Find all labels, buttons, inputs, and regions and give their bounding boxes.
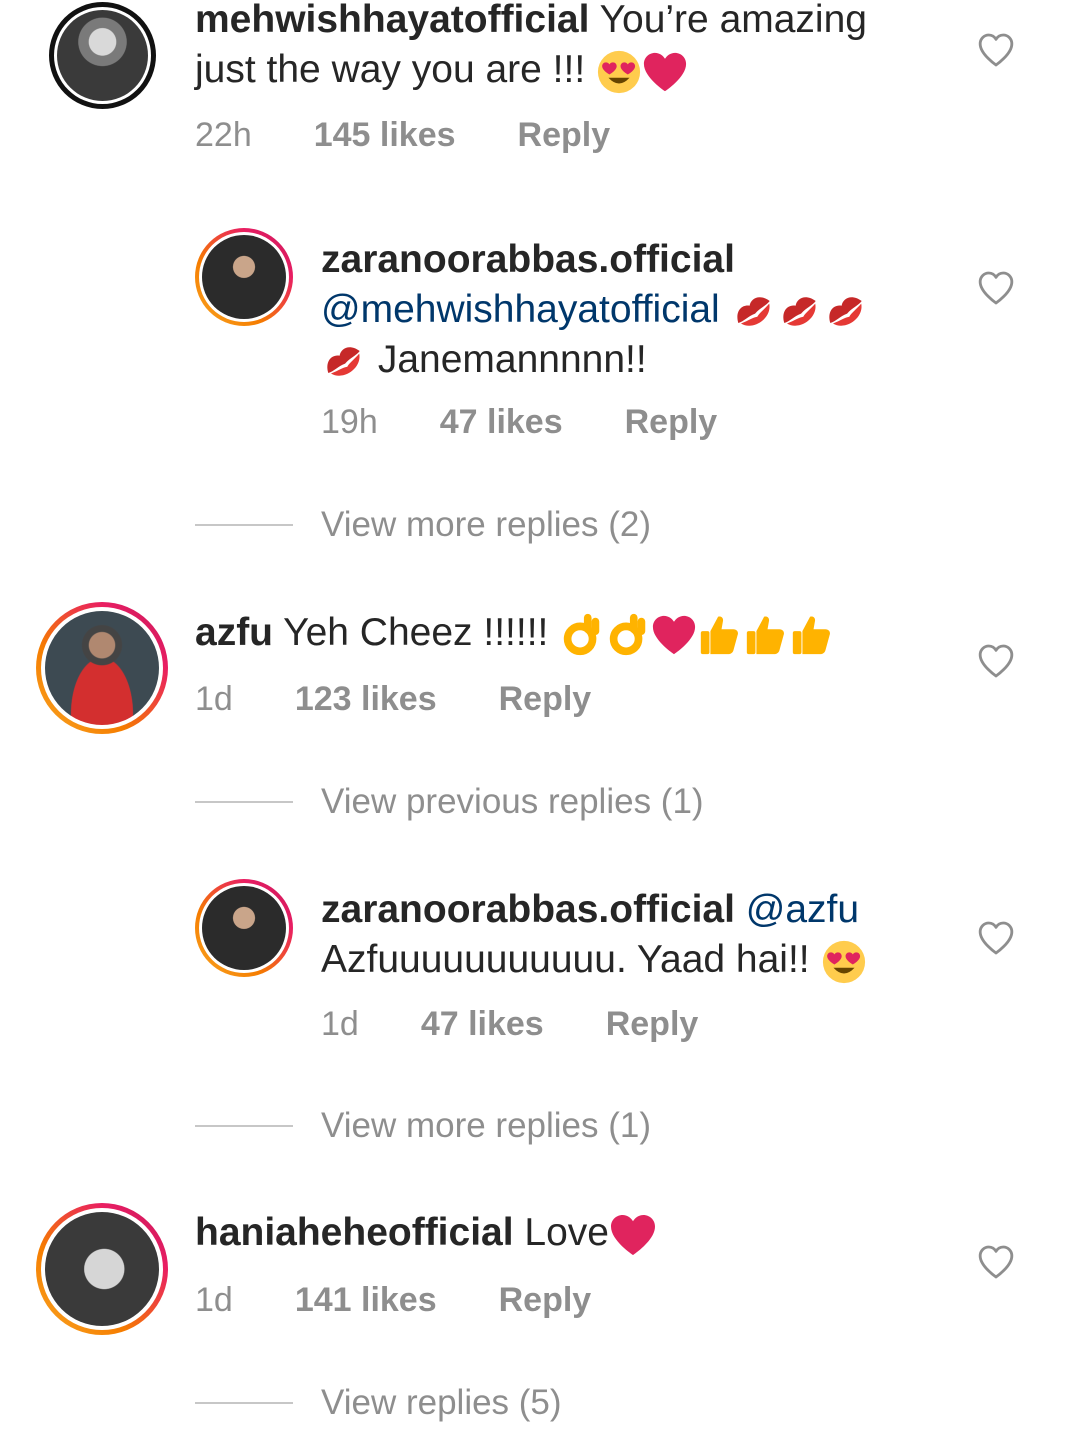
comment-body: You’re amazing (599, 0, 867, 41)
reply-button[interactable]: Reply (518, 116, 611, 155)
kiss-mark-emoji (321, 339, 367, 385)
comment-body-line2: just the way you are !!! (195, 48, 586, 91)
comment-body: Love (524, 1211, 609, 1254)
timestamp: 1d (195, 1281, 233, 1319)
comment-meta: 1d 47 likes Reply (321, 1005, 698, 1044)
avatar[interactable] (195, 228, 293, 326)
thread-divider (195, 524, 293, 526)
view-more-replies-thread[interactable]: View more replies (1) (195, 1106, 651, 1146)
thread-divider (195, 1402, 293, 1404)
comment-meta: 22h 145 likes Reply (195, 116, 610, 155)
view-previous-replies-thread[interactable]: View previous replies (1) (195, 782, 704, 822)
kiss-mark-emoji (823, 289, 869, 335)
reply-button[interactable]: Reply (499, 1281, 592, 1320)
red-heart-emoji (609, 1211, 657, 1259)
red-heart-emoji (651, 612, 697, 658)
view-replies-thread-2[interactable]: View replies (5) (195, 1383, 562, 1423)
comment-meta: 19h 47 likes Reply (321, 403, 717, 442)
ok-hand-emoji (605, 612, 651, 658)
thread-divider (195, 801, 293, 803)
comment-body: Yeh Cheez !!!!!! (283, 611, 549, 654)
avatar[interactable] (195, 879, 293, 977)
heart-eyes-emoji (596, 49, 642, 95)
kiss-mark-emoji (731, 289, 777, 335)
view-replies-label[interactable]: View more replies (2) (321, 505, 651, 545)
comment-body: Janemannnnn!! (377, 338, 647, 381)
heart-eyes-emoji (821, 939, 867, 985)
view-replies-label[interactable]: View replies (5) (321, 1383, 562, 1423)
username[interactable]: mehwishhayatofficial (195, 0, 589, 41)
heart-outline-icon[interactable] (976, 1242, 1016, 1282)
username[interactable]: haniaheheofficial (195, 1211, 514, 1254)
mention-link[interactable]: @azfu (746, 888, 859, 931)
username[interactable]: zaranoorabbas.official (321, 888, 735, 931)
comment-text: azfu Yeh Cheez !!!!!! (195, 608, 955, 658)
comment-body: Azfuuuuuuuuuuu. Yaad hai!! (321, 938, 810, 981)
thread-divider (195, 1125, 293, 1127)
view-replies-label[interactable]: View previous replies (1) (321, 782, 704, 822)
likes-count[interactable]: 47 likes (421, 1005, 544, 1044)
heart-outline-icon[interactable] (976, 641, 1016, 681)
heart-outline-icon[interactable] (976, 30, 1016, 70)
thumbs-up-emoji (697, 612, 743, 658)
likes-count[interactable]: 123 likes (295, 680, 437, 719)
comment-text: zaranoorabbas.official @mehwishhayatoffi… (321, 235, 941, 385)
thumbs-up-emoji (743, 612, 789, 658)
view-replies-label[interactable]: View more replies (1) (321, 1106, 651, 1146)
avatar[interactable] (36, 602, 168, 734)
reply-button[interactable]: Reply (625, 403, 718, 442)
timestamp: 22h (195, 116, 252, 154)
avatar[interactable] (36, 1203, 168, 1335)
heart-outline-icon[interactable] (976, 268, 1016, 308)
comment-text: mehwishhayatofficial You’re amazing just… (195, 0, 935, 95)
kiss-mark-emoji (777, 289, 823, 335)
comment-meta: 1d 123 likes Reply (195, 680, 591, 719)
likes-count[interactable]: 141 likes (295, 1281, 437, 1320)
reply-button[interactable]: Reply (606, 1005, 699, 1044)
view-replies-thread[interactable]: View more replies (2) (195, 505, 651, 545)
username[interactable]: azfu (195, 611, 273, 654)
likes-count[interactable]: 47 likes (440, 403, 563, 442)
thumbs-up-emoji (789, 612, 835, 658)
timestamp: 1d (195, 680, 233, 718)
comment-meta: 1d 141 likes Reply (195, 1281, 591, 1320)
reply-button[interactable]: Reply (499, 680, 592, 719)
timestamp: 1d (321, 1005, 359, 1043)
likes-count[interactable]: 145 likes (314, 116, 456, 155)
comment-text: haniaheheofficial Love (195, 1208, 955, 1259)
mention-link[interactable]: @mehwishhayatofficial (321, 288, 720, 331)
ok-hand-emoji (559, 612, 605, 658)
comment-text: zaranoorabbas.official @azfu Azfuuuuuuuu… (321, 885, 941, 985)
avatar[interactable] (49, 2, 156, 109)
username[interactable]: zaranoorabbas.official (321, 238, 735, 281)
red-heart-emoji (642, 49, 688, 95)
heart-outline-icon[interactable] (976, 918, 1016, 958)
timestamp: 19h (321, 403, 378, 441)
